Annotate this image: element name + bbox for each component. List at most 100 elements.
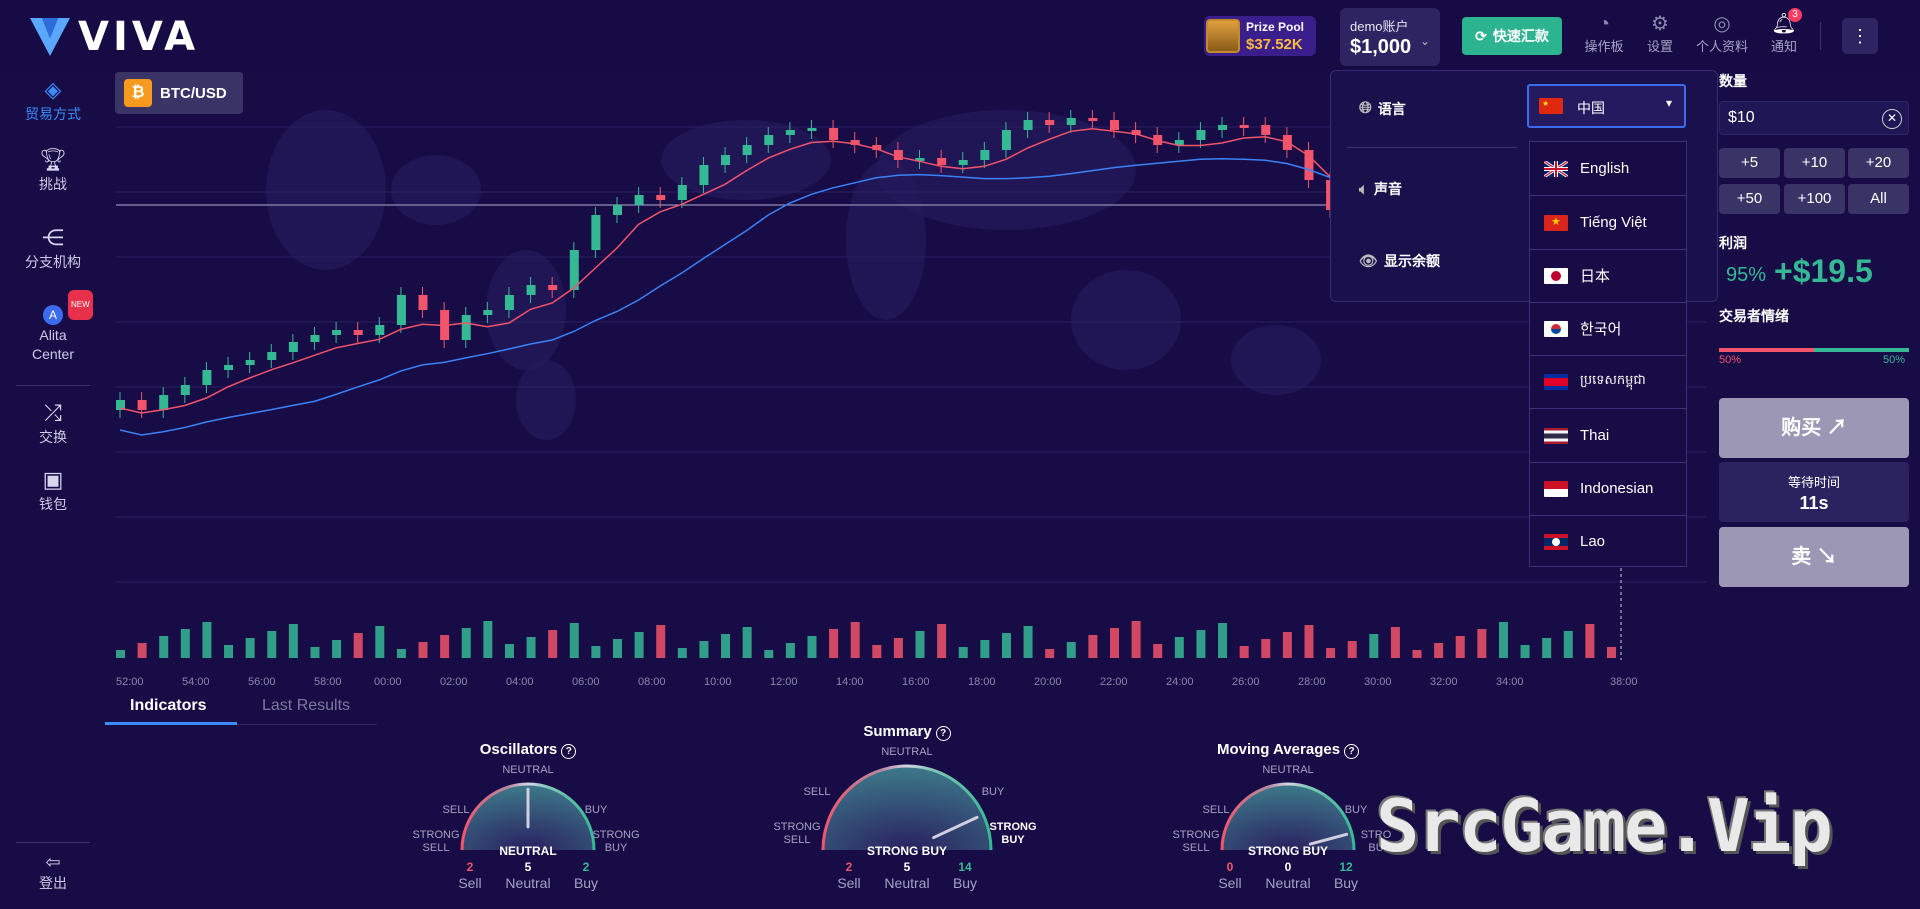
sidebar-item-alita-center[interactable]: A NEW Alita Center bbox=[0, 290, 106, 364]
gauge-count-label: Neutral bbox=[505, 875, 551, 891]
clear-icon[interactable]: ✕ bbox=[1882, 109, 1902, 129]
language-option-lao[interactable]: Lao bbox=[1530, 515, 1686, 568]
quick-amount-plus20[interactable]: +20 bbox=[1848, 148, 1909, 178]
volume-bar bbox=[1607, 647, 1616, 658]
prize-pool[interactable]: Prize Pool $37.52K bbox=[1204, 16, 1316, 56]
quick-amount-plus50[interactable]: +50 bbox=[1719, 184, 1780, 214]
time-axis-label: 38:00 bbox=[1610, 676, 1638, 688]
language-option-japanese[interactable]: 日本 bbox=[1530, 249, 1686, 303]
speaker-icon: 🔈︎ bbox=[1359, 180, 1369, 198]
amount-input[interactable]: $10 ✕ bbox=[1719, 101, 1909, 135]
volume-bar bbox=[958, 647, 968, 658]
volume-bar bbox=[245, 638, 255, 658]
gauge-count-sell: 0 bbox=[1226, 860, 1234, 874]
volume-bar bbox=[742, 627, 752, 658]
volume-bar bbox=[267, 631, 277, 658]
candle-body bbox=[375, 325, 385, 335]
help-icon[interactable]: ? bbox=[935, 726, 951, 741]
volume-bar bbox=[159, 636, 169, 658]
logout-button[interactable]: ⇦ 登出 bbox=[0, 851, 106, 893]
candle-body bbox=[829, 128, 839, 140]
quick-amount-plus5[interactable]: +5 bbox=[1719, 148, 1780, 178]
sentiment-sell-pct: 50% bbox=[1719, 354, 1742, 366]
volume-bar bbox=[785, 643, 795, 658]
gauge-scale-label: BUY bbox=[1344, 804, 1368, 816]
japan-flag-icon bbox=[1544, 267, 1568, 284]
quick-amount-plus100[interactable]: +100 bbox=[1784, 184, 1845, 214]
candle-body bbox=[267, 352, 277, 360]
quantity-label: 数量 bbox=[1719, 73, 1747, 89]
sidebar-item-affiliate[interactable]: ⋲ 分支机构 bbox=[0, 224, 106, 272]
time-axis-label: 30:00 bbox=[1364, 676, 1392, 688]
buy-label: 购买 bbox=[1781, 417, 1822, 439]
sidebar-item-trade[interactable]: ◈ 贸易方式 bbox=[0, 76, 106, 124]
candle-body bbox=[353, 330, 363, 335]
buy-button[interactable]: 购买 ↗ bbox=[1719, 398, 1909, 458]
language-option-khmer[interactable]: ប្រទេសកម្ពុជា bbox=[1530, 355, 1686, 409]
settings-divider bbox=[1347, 147, 1517, 148]
asset-pair: BTC/USD bbox=[160, 84, 227, 102]
sidebar-item-wallet[interactable]: ▣ 钱包 bbox=[0, 466, 106, 514]
quick-amount-all[interactable]: All bbox=[1848, 184, 1909, 214]
show-balance-row[interactable]: 👁︎ 显示余额 bbox=[1359, 251, 1440, 271]
language-select[interactable]: ★ 中国 ▾ bbox=[1527, 84, 1686, 128]
candle-body bbox=[699, 165, 709, 185]
sidebar-item-challenge[interactable]: 🏆︎ 挑战 bbox=[0, 146, 106, 194]
volume-bar bbox=[699, 641, 709, 658]
language-option-label: 日本 bbox=[1580, 268, 1611, 285]
gauge-scale-label: SELL bbox=[1202, 804, 1230, 816]
notifications-button[interactable]: 🔔︎ 3 通知 bbox=[1756, 8, 1812, 55]
volume-bar bbox=[483, 621, 493, 658]
time-axis-label: 26:00 bbox=[1232, 676, 1260, 688]
language-option-vietnamese[interactable]: ★ Tiếng Việt bbox=[1530, 196, 1686, 250]
thailand-flag-icon bbox=[1544, 427, 1568, 444]
gauge-scale-label: NEUTRAL bbox=[1262, 764, 1314, 776]
sidebar-item-exchange[interactable]: ⤮ 交换 bbox=[0, 399, 106, 447]
brand-name: VIVA bbox=[78, 14, 200, 60]
time-axis-label: 52:00 bbox=[116, 676, 144, 688]
brand-logo[interactable]: VIVA bbox=[28, 14, 199, 60]
gauge-count-buy: 12 bbox=[1339, 860, 1353, 874]
language-option-thai[interactable]: Thai bbox=[1530, 409, 1686, 463]
language-option-label: Tiếng Việt bbox=[1580, 214, 1647, 231]
candle-body bbox=[591, 215, 601, 250]
gauge-count-buy: 14 bbox=[958, 860, 972, 874]
time-axis-label: 00:00 bbox=[374, 676, 402, 688]
help-icon[interactable]: ? bbox=[1344, 744, 1360, 759]
volume-bar bbox=[461, 628, 471, 658]
tab-last-results[interactable]: Last Results bbox=[262, 697, 350, 715]
volume-bar bbox=[764, 650, 774, 658]
profile-button[interactable]: ◎ 个人资料 bbox=[1694, 12, 1750, 55]
trend-down-icon: ↘ bbox=[1816, 546, 1837, 568]
language-option-indonesian[interactable]: Indonesian bbox=[1530, 462, 1686, 516]
eye-icon: 👁︎ bbox=[1359, 253, 1379, 270]
account-selector[interactable]: demo账户 $1,000 ⌄ bbox=[1340, 8, 1440, 66]
treasure-chest-icon bbox=[1206, 19, 1240, 53]
asset-selector[interactable]: ₿ BTC/USD bbox=[115, 72, 243, 114]
korea-flag-icon bbox=[1544, 320, 1568, 337]
gauge-count-label: Buy bbox=[573, 875, 599, 891]
candle-body bbox=[1066, 118, 1076, 125]
settings-button[interactable]: ⚙ 设置 bbox=[1632, 12, 1688, 55]
candle-body bbox=[137, 400, 147, 410]
help-icon[interactable]: ? bbox=[561, 744, 577, 759]
sell-button[interactable]: 卖 ↘ bbox=[1719, 527, 1909, 587]
candle-body bbox=[656, 195, 666, 200]
bitcoin-icon: ₿ bbox=[124, 79, 152, 107]
time-axis-label: 02:00 bbox=[440, 676, 468, 688]
more-menu-button[interactable]: ⋮ bbox=[1842, 18, 1878, 54]
deposit-button[interactable]: ⟳ 快速汇款 bbox=[1462, 17, 1562, 55]
language-option-label: Lao bbox=[1580, 533, 1606, 550]
dashboard-button[interactable]: ◔ 操作板 bbox=[1576, 12, 1632, 55]
gauge-count-sell: 2 bbox=[466, 860, 474, 874]
language-option-korean[interactable]: 한국어 bbox=[1530, 302, 1686, 356]
quick-amount-plus10[interactable]: +10 bbox=[1784, 148, 1845, 178]
tab-indicators[interactable]: Indicators bbox=[130, 697, 206, 715]
gauge-title: Summary? bbox=[817, 723, 997, 741]
volume-bar bbox=[1477, 629, 1487, 658]
candle-body bbox=[245, 360, 255, 365]
language-option-english[interactable]: English bbox=[1530, 142, 1686, 196]
volume-bar bbox=[1239, 646, 1249, 658]
sound-row[interactable]: 🔈︎ 声音 bbox=[1359, 179, 1402, 199]
volume-bar bbox=[1455, 636, 1465, 658]
